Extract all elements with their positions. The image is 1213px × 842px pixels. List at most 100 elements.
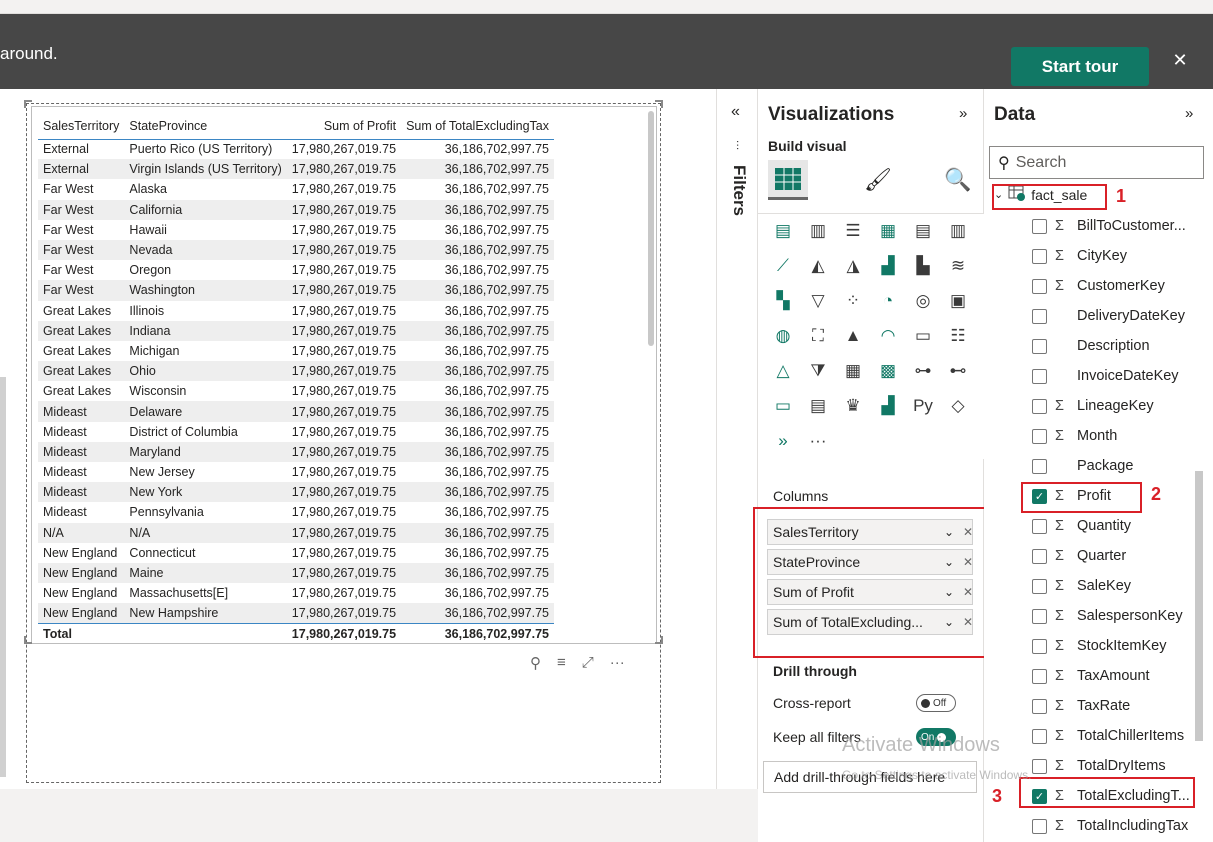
table-row[interactable]: Far West Alaska 17,980,267,019.75 36,186,70…	[38, 179, 554, 199]
filter-icon[interactable]: ≡	[557, 654, 566, 672]
multi-row-card-icon[interactable]: ☷	[945, 323, 971, 349]
column-header[interactable]: Sum of Profit	[286, 113, 402, 140]
stacked-column-chart-icon[interactable]: ▥	[805, 218, 831, 244]
table-row[interactable]: External Puerto Rico (US Territory) 17,980…	[38, 139, 554, 159]
table-row[interactable]: Great Lakes Wisconsin 17,980,267,019.75 36,…	[38, 381, 554, 401]
table-row[interactable]: Mideast District of Columbia 17,980,267,01…	[38, 422, 554, 442]
field-item[interactable]: Σ StockItemKey	[1032, 634, 1207, 658]
table-row[interactable]: Mideast Pennsylvania 17,980,267,019.75 36,1…	[38, 502, 554, 522]
fields-tab-icon[interactable]	[768, 160, 808, 200]
filters-pane[interactable]: « ⫶ Filters	[716, 89, 758, 789]
resize-handle[interactable]	[655, 636, 663, 644]
decomposition-tree-icon[interactable]: ⊶	[910, 358, 936, 384]
expand-icon[interactable]: »	[1185, 105, 1193, 122]
collapse-filters-icon[interactable]: «	[731, 103, 740, 121]
slicer-icon[interactable]: ⧩	[805, 358, 831, 384]
resize-handle[interactable]	[24, 636, 32, 644]
field-checkbox[interactable]	[1032, 638, 1047, 654]
power-automate-icon[interactable]: »	[770, 428, 796, 454]
field-checkbox[interactable]	[1032, 458, 1047, 474]
table-visual[interactable]: SalesTerritory StateProvince Sum of Prof…	[24, 100, 663, 783]
field-checkbox[interactable]	[1032, 428, 1047, 444]
python-visual-icon[interactable]: Py	[910, 393, 936, 419]
field-item[interactable]: Σ LineageKey	[1032, 394, 1207, 418]
waterfall-chart-icon[interactable]: ▚	[770, 288, 796, 314]
stacked-area-chart-icon[interactable]: ◮	[840, 253, 866, 279]
metrics-icon[interactable]: ▟	[875, 393, 901, 419]
field-item[interactable]: Σ TaxRate	[1032, 694, 1207, 718]
table-row[interactable]: Mideast New York 17,980,267,019.75 36,186,7…	[38, 482, 554, 503]
power-apps-icon[interactable]: ◇	[945, 393, 971, 419]
field-checkbox[interactable]	[1032, 368, 1047, 384]
field-item[interactable]: Σ Month	[1032, 424, 1207, 448]
qa-icon[interactable]: ♛	[840, 393, 866, 419]
table-row[interactable]: Mideast Delaware 17,980,267,019.75 36,186,7…	[38, 401, 554, 422]
field-item[interactable]: Σ SaleKey	[1032, 574, 1207, 598]
more-options-icon[interactable]: ···	[610, 654, 625, 672]
table-row[interactable]: Far West California 17,980,267,019.75 36,18…	[38, 199, 554, 220]
field-checkbox[interactable]	[1032, 818, 1047, 834]
filters-label[interactable]: Filters	[729, 165, 749, 216]
field-item[interactable]: InvoiceDateKey	[1032, 364, 1207, 388]
field-checkbox[interactable]	[1032, 218, 1047, 234]
field-item[interactable]: Σ TotalChillerItems	[1032, 724, 1207, 748]
resize-handle[interactable]	[655, 100, 663, 108]
clustered-bar-chart-icon[interactable]: ☰	[840, 218, 866, 244]
scatter-chart-icon[interactable]: ⁘	[840, 288, 866, 314]
field-item[interactable]: Σ Quarter	[1032, 544, 1207, 568]
kpi-icon[interactable]: △	[770, 358, 796, 384]
focus-mode-icon[interactable]: ⤢	[582, 654, 594, 672]
field-checkbox[interactable]	[1032, 758, 1047, 774]
table-row[interactable]: Mideast Maryland 17,980,267,019.75 36,186,7…	[38, 441, 554, 462]
table-row[interactable]: Great Lakes Michigan 17,980,267,019.75 36,1…	[38, 341, 554, 361]
table-row[interactable]: New England New Hampshire 17,980,267,019.7…	[38, 603, 554, 624]
table-row[interactable]: Great Lakes Indiana 17,980,267,019.75 36,18…	[38, 320, 554, 341]
filled-map-icon[interactable]: ⛶	[805, 323, 831, 349]
field-checkbox[interactable]	[1032, 518, 1047, 534]
donut-chart-icon[interactable]: ◎	[910, 288, 936, 314]
field-item[interactable]: Description	[1032, 334, 1207, 358]
table-row[interactable]: Great Lakes Ohio 17,980,267,019.75 36,186,7…	[38, 361, 554, 382]
matrix-icon[interactable]: ▩	[875, 358, 901, 384]
funnel-chart-icon[interactable]: ▽	[805, 288, 831, 314]
search-input[interactable]: ⚲ Search	[989, 146, 1204, 179]
cross-report-toggle[interactable]: Off	[916, 694, 956, 712]
field-checkbox[interactable]	[1032, 548, 1047, 564]
field-checkbox[interactable]	[1032, 278, 1047, 294]
expand-icon[interactable]: »	[959, 105, 967, 122]
azure-map-icon[interactable]: ▲	[840, 323, 866, 349]
table-row[interactable]: Far West Oregon 17,980,267,019.75 36,186,70…	[38, 260, 554, 280]
pie-chart-icon[interactable]: ◔	[875, 288, 901, 314]
clustered-column-chart-icon[interactable]: ▦	[875, 218, 901, 244]
table-row[interactable]: Far West Nevada 17,980,267,019.75 36,186,70…	[38, 239, 554, 261]
smart-narrative-icon[interactable]: ▭	[770, 393, 796, 419]
line-clustered-column-icon[interactable]: ▙	[910, 253, 936, 279]
field-checkbox[interactable]	[1032, 578, 1047, 594]
card-icon[interactable]: ▭	[910, 323, 936, 349]
field-checkbox[interactable]	[1032, 668, 1047, 684]
data-scrollbar[interactable]	[1195, 471, 1203, 741]
resize-handle[interactable]	[24, 100, 32, 108]
field-checkbox[interactable]	[1032, 248, 1047, 264]
field-checkbox[interactable]	[1032, 308, 1047, 324]
column-header[interactable]: StateProvince	[124, 113, 287, 140]
field-item[interactable]: Σ TotalDryItems	[1032, 754, 1207, 778]
field-checkbox[interactable]	[1032, 698, 1047, 714]
field-item[interactable]: Σ Quantity	[1032, 514, 1207, 538]
treemap-icon[interactable]: ▣	[945, 288, 971, 314]
format-visual-icon[interactable]: 🖌	[858, 160, 898, 200]
stacked-bar-chart-icon[interactable]: ▤	[770, 218, 796, 244]
table-row[interactable]: Mideast New Jersey 17,980,267,019.75 36,186…	[38, 462, 554, 482]
table-row[interactable]: Far West Hawaii 17,980,267,019.75 36,186,70…	[38, 220, 554, 240]
column-header[interactable]: Sum of TotalExcludingTax	[401, 113, 554, 140]
gauge-icon[interactable]: ◠	[875, 323, 901, 349]
area-chart-icon[interactable]: ◭	[805, 253, 831, 279]
field-checkbox[interactable]	[1032, 728, 1047, 744]
pin-icon[interactable]: ⚲	[530, 654, 541, 672]
close-icon[interactable]: ✕	[1170, 50, 1190, 74]
ribbon-chart-icon[interactable]: ≋	[945, 253, 971, 279]
more-visuals-icon[interactable]: ···	[805, 428, 831, 454]
start-tour-button[interactable]: Start tour	[1011, 47, 1149, 86]
100-column-chart-icon[interactable]: ▥	[945, 218, 971, 244]
table-row[interactable]: External Virgin Islands (US Territory) 17,…	[38, 159, 554, 180]
